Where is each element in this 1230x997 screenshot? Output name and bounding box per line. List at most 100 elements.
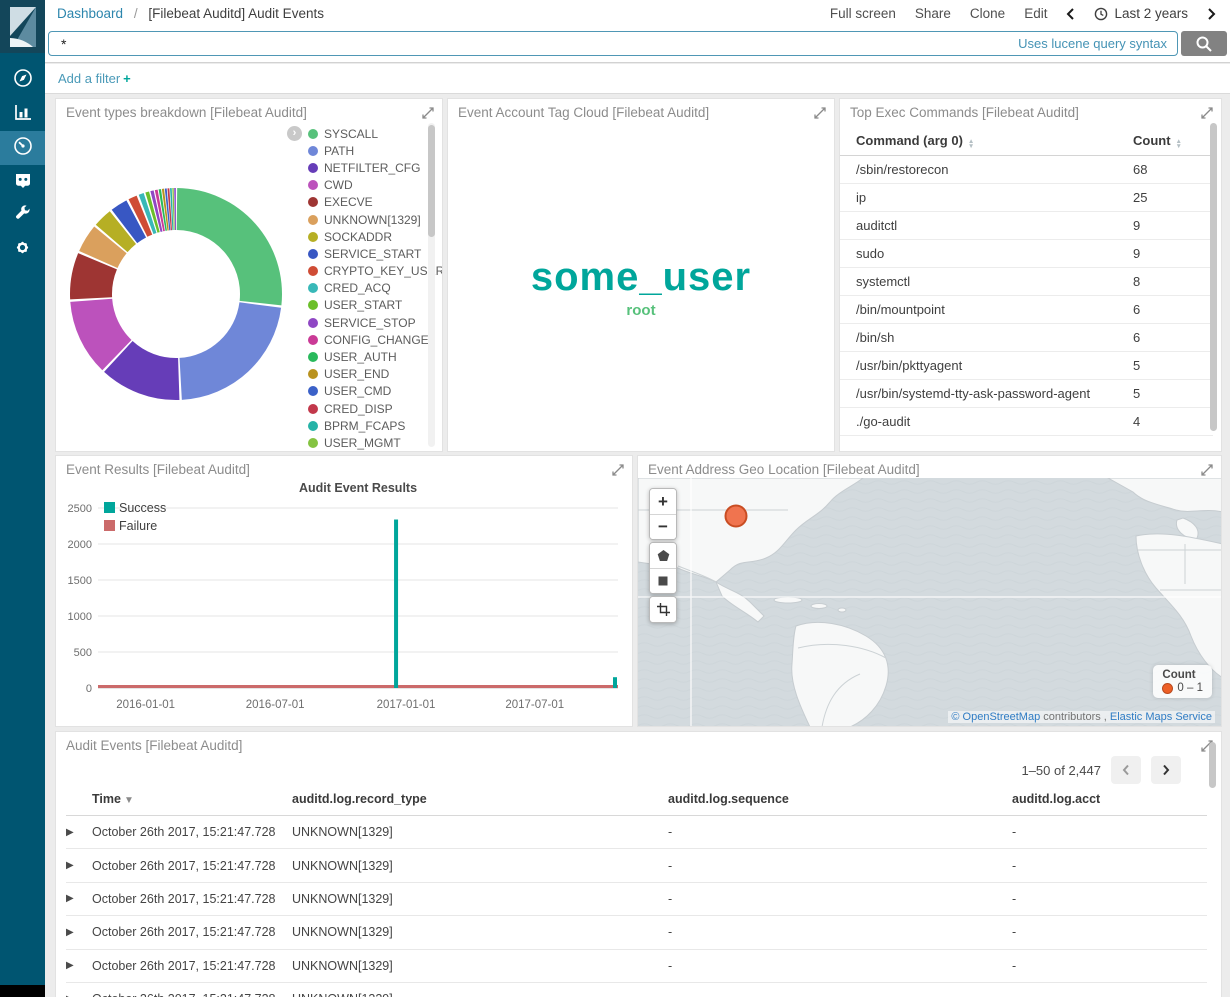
donut-chart[interactable] — [61, 159, 301, 452]
expand-row-icon[interactable]: ▶ — [66, 994, 92, 997]
search-button[interactable] — [1181, 31, 1227, 56]
audit-table-row[interactable]: ▶October 26th 2017, 15:21:47.728UNKNOWN[… — [66, 849, 1207, 882]
time-forward-button[interactable] — [1207, 7, 1216, 21]
kibana-logo[interactable] — [0, 0, 45, 53]
world-map[interactable]: + − Count 0 – 1 © OpenStreetMap contribu… — [638, 478, 1221, 726]
audit-scrollbar-thumb[interactable] — [1209, 742, 1216, 788]
draw-rectangle-button[interactable] — [650, 568, 676, 593]
column-header-command[interactable]: Command (arg 0)▲▼ — [856, 133, 1133, 149]
legend-item[interactable]: CRED_ACQ — [308, 280, 426, 297]
legend-item[interactable]: CONFIG_CHANGE — [308, 331, 426, 348]
audit-table-row[interactable]: ▶October 26th 2017, 15:21:47.728UNKNOWN[… — [66, 816, 1207, 849]
lucene-syntax-link[interactable]: Uses lucene query syntax — [1018, 36, 1167, 51]
audit-table-row[interactable]: ▶October 26th 2017, 15:21:47.728UNKNOWN[… — [66, 883, 1207, 916]
expand-row-icon[interactable]: ▶ — [66, 893, 92, 904]
legend-item[interactable]: USER_CMD — [308, 383, 426, 400]
bar-chart-icon — [13, 102, 33, 127]
exec-table-row[interactable]: /bin/mountpoint6 — [840, 296, 1213, 324]
next-page-button[interactable] — [1151, 756, 1181, 784]
sidebar-item-discover[interactable] — [0, 63, 45, 97]
time-picker-button[interactable]: Last 2 years — [1094, 6, 1188, 21]
column-header-count[interactable]: Count▲▼ — [1133, 133, 1197, 149]
exec-table-row[interactable]: /usr/bin/systemd-tty-ask-password-agent5 — [840, 380, 1213, 408]
count-cell: 8 — [1133, 274, 1197, 289]
sidebar-item-dashboard[interactable] — [0, 131, 45, 165]
legend-item[interactable]: EXECVE — [308, 194, 426, 211]
search-query-input[interactable] — [61, 36, 834, 52]
map-attribution: © OpenStreetMap contributors , Elastic M… — [948, 711, 1215, 723]
exec-table-row[interactable]: ./go-audit4 — [840, 408, 1213, 436]
count-cell: 4 — [1133, 414, 1197, 429]
legend-item[interactable]: CRYPTO_KEY_USER — [308, 263, 426, 280]
column-header-sequence[interactable]: auditd.log.sequence — [668, 792, 1012, 806]
openstreetmap-link[interactable]: © OpenStreetMap — [951, 711, 1040, 723]
draw-polygon-button[interactable] — [650, 543, 676, 568]
legend-item[interactable]: BPRM_FCAPS — [308, 417, 426, 434]
edit-button[interactable]: Edit — [1024, 6, 1047, 21]
sidebar-item-management[interactable] — [0, 233, 45, 267]
audit-table-row[interactable]: ▶October 26th 2017, 15:21:47.728UNKNOWN[… — [66, 950, 1207, 983]
expand-panel-icon[interactable] — [1201, 107, 1213, 119]
exec-table-row[interactable]: /sbin/restorecon68 — [840, 156, 1213, 184]
tag-root[interactable]: root — [448, 302, 834, 319]
legend-collapse-button[interactable]: › — [287, 126, 302, 141]
add-filter-link[interactable]: Add a filter+ — [58, 71, 131, 86]
sidebar-item-visualize[interactable] — [0, 97, 45, 131]
svg-text:1500: 1500 — [68, 575, 92, 587]
panel-event-results: Event Results [Filebeat Auditd] Audit Ev… — [55, 455, 633, 727]
audit-table-row[interactable]: ▶October 26th 2017, 15:21:47.728UNKNOWN[… — [66, 916, 1207, 949]
exec-table-row[interactable]: /bin/sh6 — [840, 324, 1213, 352]
legend-item[interactable]: CRED_DISP — [308, 400, 426, 417]
expand-panel-icon[interactable] — [1201, 464, 1213, 476]
legend-item[interactable]: SYSCALL — [308, 125, 426, 142]
legend-item[interactable]: SOCKADDR — [308, 228, 426, 245]
legend-scrollbar-thumb[interactable] — [428, 125, 435, 237]
fullscreen-button[interactable]: Full screen — [830, 6, 896, 21]
map-count-legend: Count 0 – 1 — [1153, 665, 1212, 698]
column-header-time[interactable]: Time▼ — [92, 792, 292, 806]
zoom-out-button[interactable]: − — [650, 514, 676, 539]
elastic-maps-link[interactable]: Elastic Maps Service — [1110, 711, 1212, 723]
legend-item[interactable]: SERVICE_STOP — [308, 314, 426, 331]
exec-scrollbar-thumb[interactable] — [1210, 123, 1217, 431]
legend-color-dot — [308, 438, 318, 448]
column-header-acct[interactable]: auditd.log.acct — [1012, 792, 1207, 806]
legend-item[interactable]: USER_START — [308, 297, 426, 314]
audit-table-row[interactable]: ▶October 26th 2017, 15:21:47.728UNKNOWN[… — [66, 983, 1207, 997]
legend-item[interactable]: NETFILTER_CFG — [308, 159, 426, 176]
acct-cell: - — [1012, 992, 1207, 997]
time-back-button[interactable] — [1066, 7, 1075, 21]
legend-item[interactable]: USER_END — [308, 366, 426, 383]
clone-button[interactable]: Clone — [970, 6, 1005, 21]
legend-item[interactable]: PATH — [308, 142, 426, 159]
expand-row-icon[interactable]: ▶ — [66, 827, 92, 838]
expand-panel-icon[interactable] — [612, 464, 624, 476]
legend-item[interactable]: SERVICE_START — [308, 245, 426, 262]
exec-table-row[interactable]: ip25 — [840, 184, 1213, 212]
time-series-chart[interactable]: Audit Event Results050010001500200025002… — [62, 478, 628, 718]
exec-table-row[interactable]: auditctl9 — [840, 212, 1213, 240]
crop-button[interactable] — [650, 597, 676, 622]
legend-item[interactable]: USER_MGMT — [308, 434, 426, 451]
map-marker[interactable] — [723, 503, 749, 529]
sidebar-item-timelion[interactable] — [0, 165, 45, 199]
expand-row-icon[interactable]: ▶ — [66, 860, 92, 871]
exec-table-row[interactable]: /usr/bin/pkttyagent5 — [840, 352, 1213, 380]
expand-row-icon[interactable]: ▶ — [66, 927, 92, 938]
exec-table-row[interactable]: sudo9 — [840, 240, 1213, 268]
tag-some-user[interactable]: some_user — [448, 255, 834, 300]
expand-panel-icon[interactable] — [814, 107, 826, 119]
legend-item[interactable]: USER_AUTH — [308, 348, 426, 365]
column-header-record-type[interactable]: auditd.log.record_type — [292, 792, 668, 806]
zoom-in-button[interactable]: + — [650, 489, 676, 514]
share-button[interactable]: Share — [915, 6, 951, 21]
sidebar-item-dev-tools[interactable] — [0, 199, 45, 233]
expand-row-icon[interactable]: ▶ — [66, 960, 92, 971]
expand-panel-icon[interactable] — [422, 107, 434, 119]
legend-item[interactable]: UNKNOWN[1329] — [308, 211, 426, 228]
legend-item[interactable]: CWD — [308, 177, 426, 194]
previous-page-button[interactable] — [1111, 756, 1141, 784]
exec-table-row[interactable]: systemctl8 — [840, 268, 1213, 296]
map-zoom-controls: + − — [649, 488, 677, 540]
breadcrumb-dashboard-link[interactable]: Dashboard — [57, 6, 123, 21]
